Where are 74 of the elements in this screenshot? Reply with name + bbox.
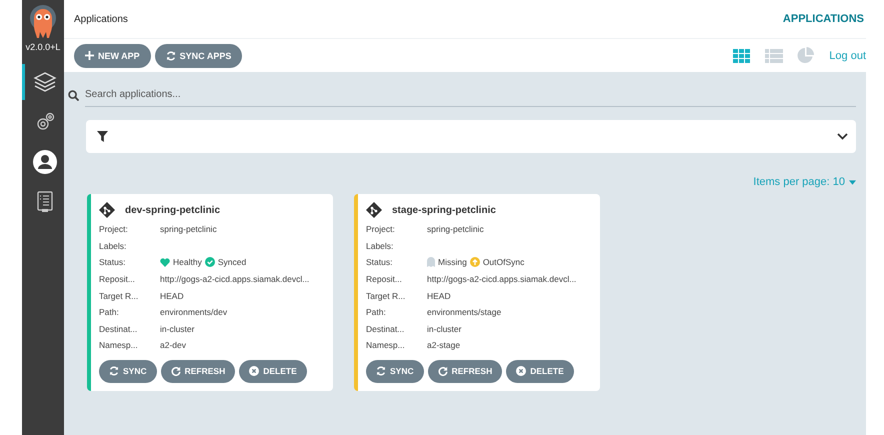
health-status: Healthy [173, 257, 202, 268]
logout-link[interactable]: Log out [829, 50, 866, 62]
card-action-button[interactable]: DELETE [506, 360, 574, 383]
app-name: stage-spring-petclinic [392, 204, 496, 216]
heart-icon [160, 258, 170, 267]
field-label: Path: [99, 307, 120, 318]
chevron-down-icon [837, 133, 848, 140]
field-label: Project: [366, 224, 396, 234]
pie-chart-icon [797, 47, 814, 64]
items-per-page-dropdown[interactable]: Items per page: 10 [753, 176, 856, 188]
field-value: spring-petclinic [427, 224, 484, 234]
field-label: Project: [99, 224, 129, 234]
search-field[interactable]: Search applications... [85, 84, 856, 106]
search-icon [68, 90, 79, 100]
git-icon [366, 202, 382, 218]
refresh-icon [170, 366, 181, 376]
field-value: spring-petclinic [160, 224, 217, 234]
card-action-button[interactable]: SYNC [366, 360, 424, 383]
arrow-up-circle-icon [470, 257, 480, 268]
field-value: HEAD [160, 290, 184, 301]
field-label: Status: [99, 257, 126, 268]
field-label: Destinat... [366, 324, 406, 334]
ghost-icon [427, 257, 435, 268]
card-action-button[interactable]: REFRESH [160, 360, 236, 383]
application-card[interactable] [87, 194, 333, 391]
delete-icon [249, 366, 260, 376]
plus-icon [85, 51, 94, 60]
sync-status: OutOfSync [482, 257, 524, 268]
field-value: a2-stage [427, 340, 460, 350]
layers-icon [32, 71, 56, 93]
document-icon [36, 191, 52, 213]
field-label: Namesp... [99, 340, 139, 350]
card-action-button[interactable]: SYNC [99, 360, 157, 383]
field-label: Path: [366, 307, 387, 318]
breadcrumb: Applications [74, 14, 128, 24]
git-icon [99, 202, 115, 218]
field-label: Labels: [99, 240, 128, 251]
field-value: http://gogs-a2-cicd.apps.siamak.devcl... [427, 274, 576, 284]
check-circle-icon [204, 257, 215, 268]
field-value: environments/stage [427, 307, 502, 318]
field-value: HEAD [427, 290, 451, 301]
application-card[interactable] [354, 194, 600, 391]
version-label: v2.0.0+L [26, 42, 60, 52]
field-label: Reposit... [366, 274, 403, 284]
sync-icon [376, 366, 386, 376]
tiles-icon [733, 48, 752, 62]
field-label: Destinat... [99, 324, 138, 334]
filter-icon [97, 131, 108, 142]
field-label: Reposit... [99, 274, 136, 284]
card-action-button[interactable]: DELETE [239, 360, 307, 383]
card-action-button[interactable]: REFRESH [428, 360, 502, 383]
list-icon [765, 48, 784, 62]
field-label: Target R... [99, 290, 140, 301]
health-status: Missing [438, 257, 467, 268]
user-icon [32, 150, 56, 174]
sync-icon [166, 50, 176, 60]
field-value: in-cluster [160, 324, 194, 334]
page-title: APPLICATIONS [782, 13, 864, 25]
field-value: in-cluster [427, 324, 462, 334]
field-label: Labels: [366, 240, 394, 251]
toolbar-button[interactable]: SYNC APPS [154, 44, 242, 68]
field-value: environments/dev [160, 307, 228, 318]
sync-icon [109, 366, 119, 376]
sync-status: Synced [218, 257, 246, 268]
caret-icon [849, 180, 856, 184]
field-label: Namesp... [366, 340, 406, 350]
field-label: Status: [366, 257, 394, 268]
app-name: dev-spring-petclinic [125, 204, 220, 216]
toolbar-button[interactable]: NEW APP [74, 44, 151, 68]
field-value: http://gogs-a2-cicd.apps.siamak.devcl... [160, 274, 310, 284]
field-label: Target R... [366, 290, 406, 301]
field-value: a2-dev [160, 340, 186, 350]
delete-icon [516, 366, 526, 376]
refresh-icon [438, 366, 448, 376]
